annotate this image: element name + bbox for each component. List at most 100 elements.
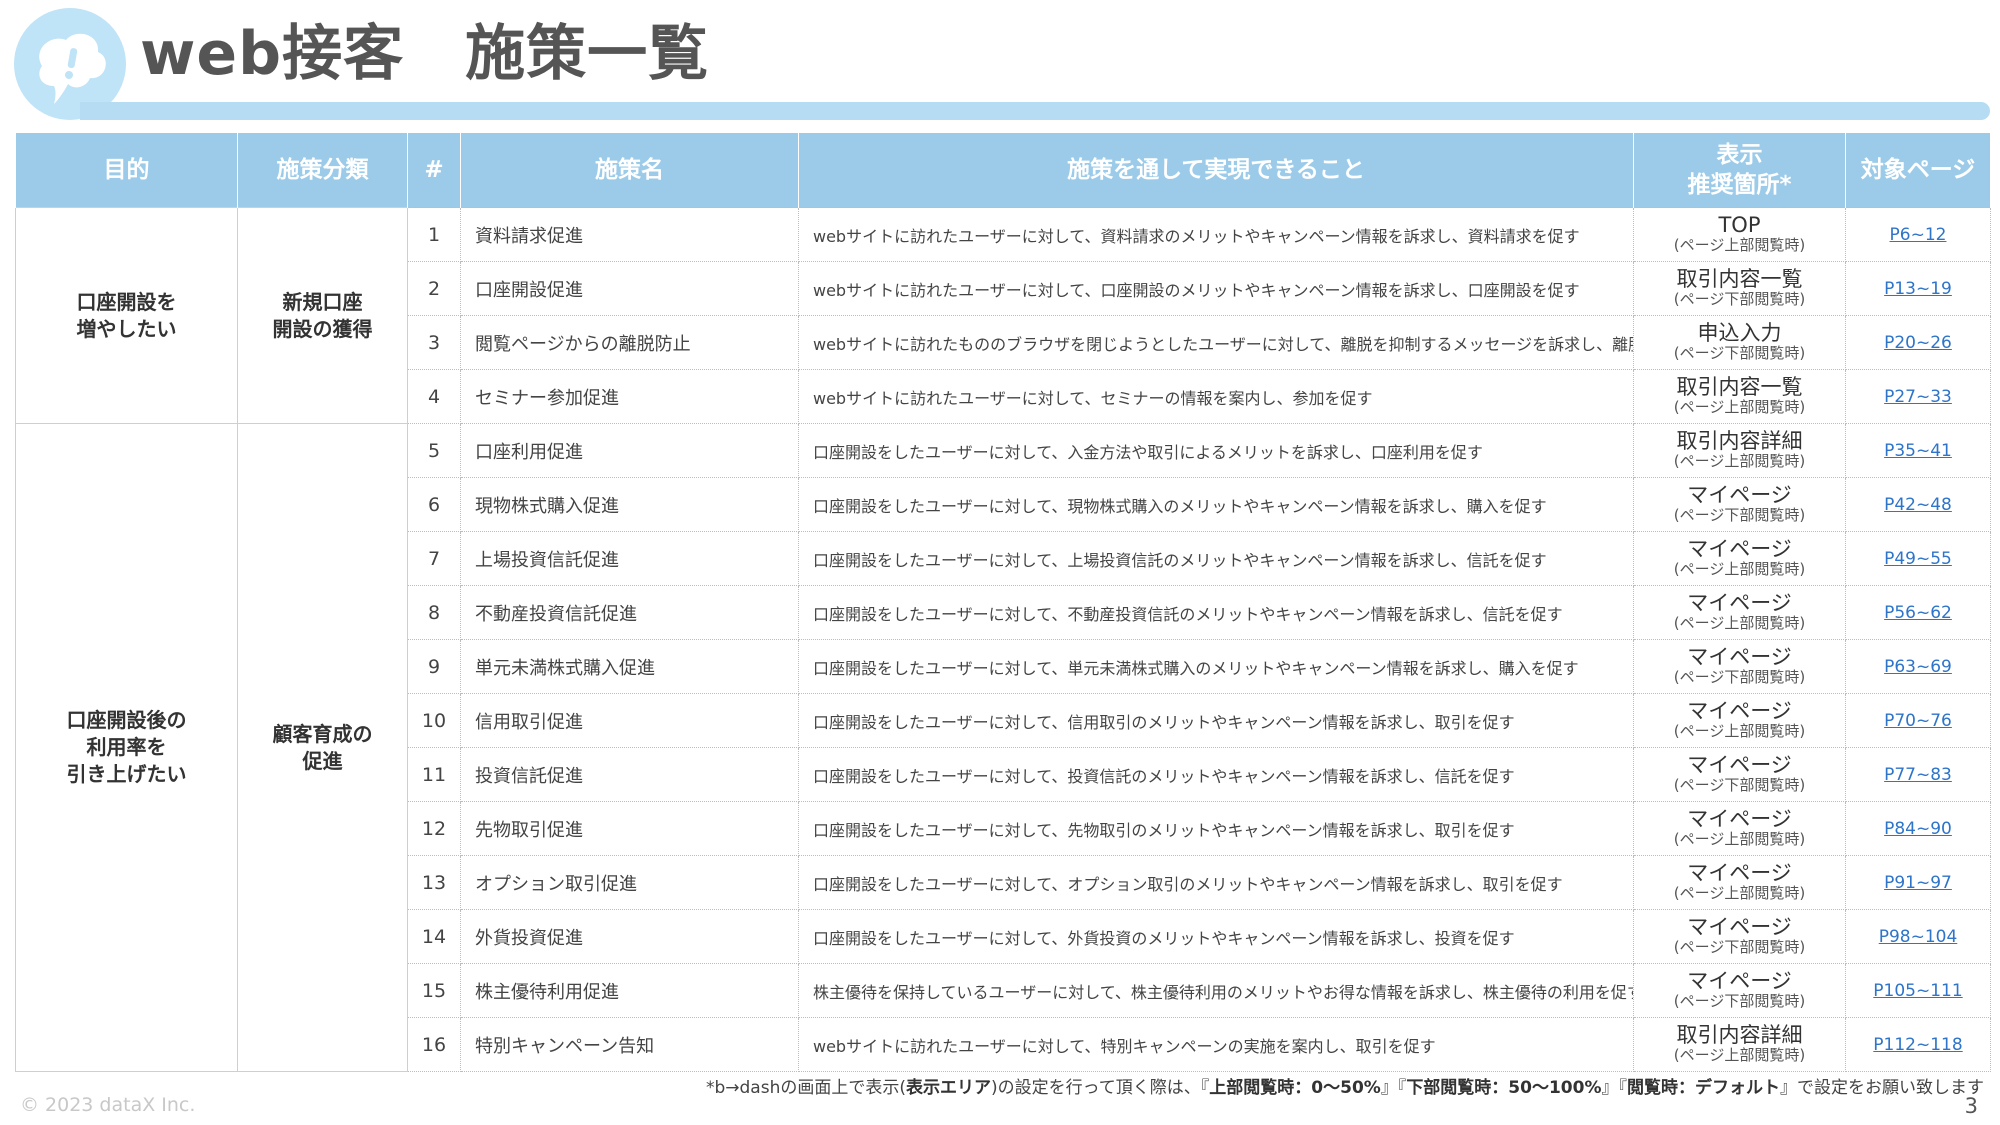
target-pages-link[interactable]: P20~26 <box>1884 333 1952 353</box>
display-location-cell: 取引内容詳細 (ページ上部閲覧時) <box>1633 1017 1846 1072</box>
display-location-cell: マイページ (ページ上部閲覧時) <box>1633 801 1846 856</box>
target-pages-link[interactable]: P91~97 <box>1884 873 1952 893</box>
target-pages-link[interactable]: P70~76 <box>1884 711 1952 731</box>
display-location-cell: 取引内容一覧 (ページ下部閲覧時) <box>1633 261 1846 316</box>
target-pages-link[interactable]: P35~41 <box>1884 441 1952 461</box>
target-pages-cell: P105~111 <box>1845 963 1991 1018</box>
target-pages-cell: P27~33 <box>1845 369 1991 424</box>
target-pages-cell: P56~62 <box>1845 585 1991 640</box>
row-number: 14 <box>407 909 461 964</box>
target-pages-cell: P98~104 <box>1845 909 1991 964</box>
group-category-line: 新規口座 <box>282 289 363 314</box>
display-location-cell: マイページ (ページ上部閲覧時) <box>1633 855 1846 910</box>
display-location: マイページ <box>1687 860 1792 885</box>
target-pages-cell: P35~41 <box>1845 423 1991 478</box>
measure-name: オプション取引促進 <box>460 855 799 910</box>
display-location-cell: マイページ (ページ上部閲覧時) <box>1633 531 1846 586</box>
display-timing: (ページ上部閲覧時) <box>1673 613 1806 632</box>
display-location-cell: マイページ (ページ下部閲覧時) <box>1633 747 1846 802</box>
display-location-cell: マイページ (ページ上部閲覧時) <box>1633 693 1846 748</box>
display-timing: (ページ上部閲覧時) <box>1673 1045 1806 1064</box>
display-timing: (ページ上部閲覧時) <box>1673 883 1806 902</box>
measure-name: 上場投資信託促進 <box>460 531 799 586</box>
measure-name: 資料請求促進 <box>460 207 799 262</box>
measure-outcome: 口座開設をしたユーザーに対して、現物株式購入のメリットやキャンペーン情報を訴求し… <box>798 477 1634 532</box>
measure-outcome: webサイトに訪れたユーザーに対して、資料請求のメリットやキャンペーン情報を訴求… <box>798 207 1634 262</box>
measure-name: 外貨投資促進 <box>460 909 799 964</box>
row-number: 12 <box>407 801 461 856</box>
display-location: 取引内容一覧 <box>1676 266 1803 291</box>
table-header-row: 目的 施策分類 # 施策名 施策を通して実現できること 表示 推奨箇所* 対象ペ… <box>15 133 1991 208</box>
row-number: 9 <box>407 639 461 694</box>
row-number: 16 <box>407 1017 461 1072</box>
target-pages-link[interactable]: P27~33 <box>1884 387 1952 407</box>
display-location-cell: マイページ (ページ下部閲覧時) <box>1633 963 1846 1018</box>
target-pages-cell: P13~19 <box>1845 261 1991 316</box>
measure-name: 株主優待利用促進 <box>460 963 799 1018</box>
display-location: 取引内容詳細 <box>1676 428 1803 453</box>
display-location: マイページ <box>1687 536 1792 561</box>
measure-name: セミナー参加促進 <box>460 369 799 424</box>
measure-outcome: 口座開設をしたユーザーに対して、不動産投資信託のメリットやキャンペーン情報を訴求… <box>798 585 1634 640</box>
target-pages-link[interactable]: P77~83 <box>1884 765 1952 785</box>
measure-outcome: 口座開設をしたユーザーに対して、信用取引のメリットやキャンペーン情報を訴求し、取… <box>798 693 1634 748</box>
column-header-display-line1: 表示 <box>1716 142 1763 168</box>
display-timing: (ページ下部閲覧時) <box>1673 991 1806 1010</box>
group-purpose-line: 増やしたい <box>76 316 177 341</box>
display-location-cell: 取引内容詳細 (ページ上部閲覧時) <box>1633 423 1846 478</box>
target-pages-cell: P112~118 <box>1845 1017 1991 1072</box>
display-timing: (ページ上部閲覧時) <box>1673 235 1806 254</box>
display-location-cell: マイページ (ページ下部閲覧時) <box>1633 909 1846 964</box>
display-timing: (ページ下部閲覧時) <box>1673 289 1806 308</box>
measure-outcome: 口座開設をしたユーザーに対して、入金方法や取引によるメリットを訴求し、口座利用を… <box>798 423 1634 478</box>
row-number: 13 <box>407 855 461 910</box>
table-row: 口座開設を 増やしたい 新規口座 開設の獲得 1 資料請求促進 webサイトに訪れたユーザー… <box>15 207 1991 424</box>
target-pages-link[interactable]: P56~62 <box>1884 603 1952 623</box>
target-pages-cell: P84~90 <box>1845 801 1991 856</box>
footnote-bold: 閲覧時：デフォルト <box>1627 1078 1780 1098</box>
target-pages-link[interactable]: P112~118 <box>1873 1035 1962 1055</box>
row-number: 4 <box>407 369 461 424</box>
column-header-number: # <box>407 133 461 208</box>
target-pages-link[interactable]: P49~55 <box>1884 549 1952 569</box>
display-location: マイページ <box>1687 590 1792 615</box>
target-pages-link[interactable]: P63~69 <box>1884 657 1952 677</box>
target-pages-cell: P77~83 <box>1845 747 1991 802</box>
display-location: マイページ <box>1687 806 1792 831</box>
display-location: 申込入力 <box>1697 320 1782 345</box>
target-pages-link[interactable]: P42~48 <box>1884 495 1952 515</box>
display-location: マイページ <box>1687 698 1792 723</box>
target-pages-cell: P20~26 <box>1845 315 1991 370</box>
display-timing: (ページ下部閲覧時) <box>1673 343 1806 362</box>
column-header-display-line2: 推奨箇所* <box>1687 172 1792 198</box>
footnote-bold: 上部閲覧時：0～50% <box>1209 1078 1381 1098</box>
display-timing: (ページ下部閲覧時) <box>1673 505 1806 524</box>
copyright: © 2023 dataX Inc. <box>20 1094 196 1116</box>
table-row: 口座開設後の 利用率を 引き上げたい 顧客育成の 促進 5 口座利用促進 口座開設をしたユーザ… <box>15 423 1991 1072</box>
display-timing: (ページ上部閲覧時) <box>1673 721 1806 740</box>
display-timing: (ページ下部閲覧時) <box>1673 937 1806 956</box>
row-number: 15 <box>407 963 461 1018</box>
footnote-text: )の設定を行って頂く際は、『 <box>990 1078 1210 1098</box>
target-pages-cell: P91~97 <box>1845 855 1991 910</box>
measure-name: 単元未満株式購入促進 <box>460 639 799 694</box>
measure-name: 特別キャンペーン告知 <box>460 1017 799 1072</box>
column-header-target-pages: 対象ページ <box>1845 133 1991 208</box>
page-title: web接客 施策一覧 <box>140 19 710 89</box>
row-number: 6 <box>407 477 461 532</box>
row-number: 7 <box>407 531 461 586</box>
target-pages-link[interactable]: P84~90 <box>1884 819 1952 839</box>
target-pages-link[interactable]: P105~111 <box>1873 981 1962 1001</box>
target-pages-link[interactable]: P6~12 <box>1890 225 1947 245</box>
target-pages-link[interactable]: P13~19 <box>1884 279 1952 299</box>
page-number: 3 <box>1964 1094 1978 1118</box>
target-pages-cell: P42~48 <box>1845 477 1991 532</box>
display-timing: (ページ下部閲覧時) <box>1673 775 1806 794</box>
target-pages-link[interactable]: P98~104 <box>1879 927 1958 947</box>
row-number: 1 <box>407 207 461 262</box>
row-number: 10 <box>407 693 461 748</box>
display-location: マイページ <box>1687 752 1792 777</box>
target-pages-cell: P63~69 <box>1845 639 1991 694</box>
display-timing: (ページ下部閲覧時) <box>1673 667 1806 686</box>
group-purpose-cell: 口座開設を 増やしたい <box>15 207 238 424</box>
